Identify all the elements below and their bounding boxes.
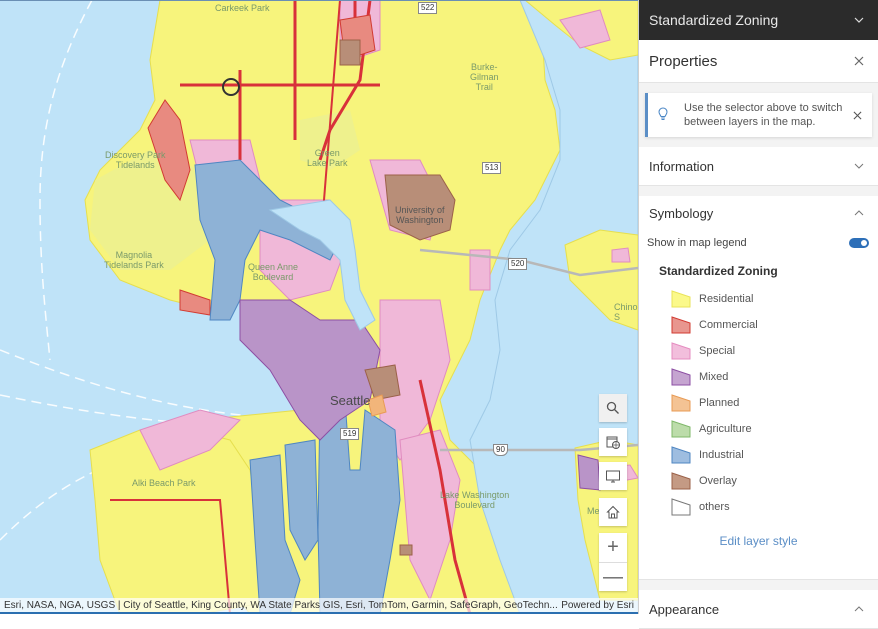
legend-item-label: Industrial: [699, 449, 744, 461]
legend-item-others: others: [639, 494, 878, 520]
sr520-shield: 520: [508, 258, 528, 270]
home-button[interactable]: [599, 498, 627, 526]
information-section-header[interactable]: Information: [639, 147, 878, 186]
dismiss-notice-button[interactable]: [853, 108, 862, 122]
chevron-down-icon: [854, 163, 864, 169]
legend-title: Standardized Zoning: [659, 264, 778, 278]
others-swatch-icon: [671, 498, 691, 516]
properties-title: Properties: [649, 52, 718, 70]
basemap-gallery-icon: [606, 436, 620, 449]
information-label: Information: [649, 158, 715, 174]
legend-item-planned: Planned: [639, 390, 878, 416]
zone-mixed-east: [577, 454, 601, 491]
appearance-label: Appearance: [649, 601, 720, 617]
symbology-section: Symbology Show in map legend Standardize…: [639, 196, 878, 580]
layer-selector[interactable]: Standardized Zoning: [639, 0, 878, 40]
legend-list: Residential Commercial Special Mixed Planned…: [639, 286, 878, 520]
basemap-gallery-button[interactable]: [599, 428, 627, 456]
zoom-in-button[interactable]: +: [599, 533, 627, 562]
planned-swatch-icon: [671, 394, 691, 412]
legend-item-commercial: Commercial: [639, 312, 878, 338]
sr513-shield: 513: [482, 162, 502, 174]
legend-item-label: Agriculture: [699, 423, 752, 435]
industrial-swatch-icon: [671, 446, 691, 464]
legend-item-label: Commercial: [699, 319, 758, 331]
search-button[interactable]: [599, 394, 627, 422]
sr522-shield: 522: [418, 2, 438, 14]
search-icon: [606, 401, 619, 414]
legend-item-label: Planned: [699, 397, 740, 409]
layer-selector-label: Standardized Zoning: [649, 12, 779, 28]
layer-selector-notice: Use the selector above to switch between…: [645, 93, 872, 137]
residential-swatch-icon: [671, 290, 691, 308]
legend-item-label: Special: [699, 345, 736, 357]
home-icon: [606, 505, 620, 519]
map-view[interactable]: Carkeek Park Discovery Park Tidelands Ma…: [0, 0, 638, 614]
symbology-section-header[interactable]: Symbology: [639, 196, 878, 230]
legend-item-mixed: Mixed: [639, 364, 878, 390]
show-in-legend-row: Show in map legend: [639, 230, 878, 256]
special-swatch-icon: [671, 342, 691, 360]
legend-item-label: Overlay: [699, 475, 737, 487]
commercial-swatch-icon: [671, 316, 691, 334]
lightbulb-icon: [658, 106, 676, 124]
properties-panel: Standardized Zoning Properties Use the s…: [638, 0, 878, 629]
legend-item-label: Residential: [699, 293, 754, 305]
overlay-swatch-icon: [671, 472, 691, 490]
sr519-shield: 519: [340, 428, 360, 440]
zoom-controls: + —: [599, 533, 627, 591]
legend-item-special: Special: [639, 338, 878, 364]
close-properties-button[interactable]: [854, 53, 864, 70]
notice-text: Use the selector above to switch between…: [684, 102, 843, 128]
properties-header: Properties: [639, 40, 878, 83]
chevron-up-icon: [854, 210, 864, 216]
show-in-legend-label: Show in map legend: [647, 237, 747, 249]
zoning-map-canvas[interactable]: [0, 0, 638, 614]
legend-item-overlay: Overlay: [639, 468, 878, 494]
fullscreen-button[interactable]: [599, 462, 627, 490]
location-marker: [222, 78, 240, 96]
map-top-border: [0, 0, 638, 1]
symbology-label: Symbology: [649, 205, 714, 221]
legend-item-agriculture: Agriculture: [639, 416, 878, 442]
i90-shield: 90: [493, 444, 508, 456]
close-icon: [854, 56, 864, 65]
monitor-icon: [606, 470, 620, 483]
show-in-legend-toggle[interactable]: [849, 238, 869, 248]
close-icon: [853, 111, 862, 120]
agriculture-swatch-icon: [671, 420, 691, 438]
legend-item-label: Mixed: [699, 371, 729, 383]
legend-item-residential: Residential: [639, 286, 878, 312]
chevron-up-icon: [854, 606, 864, 612]
legend-item-industrial: Industrial: [639, 442, 878, 468]
edit-layer-style-link[interactable]: Edit layer style: [639, 534, 878, 548]
zoom-out-button[interactable]: —: [599, 562, 627, 591]
appearance-section-header[interactable]: Appearance: [639, 590, 878, 629]
legend-item-label: others: [699, 501, 730, 513]
chevron-down-icon: [854, 17, 864, 23]
mixed-swatch-icon: [671, 368, 691, 386]
